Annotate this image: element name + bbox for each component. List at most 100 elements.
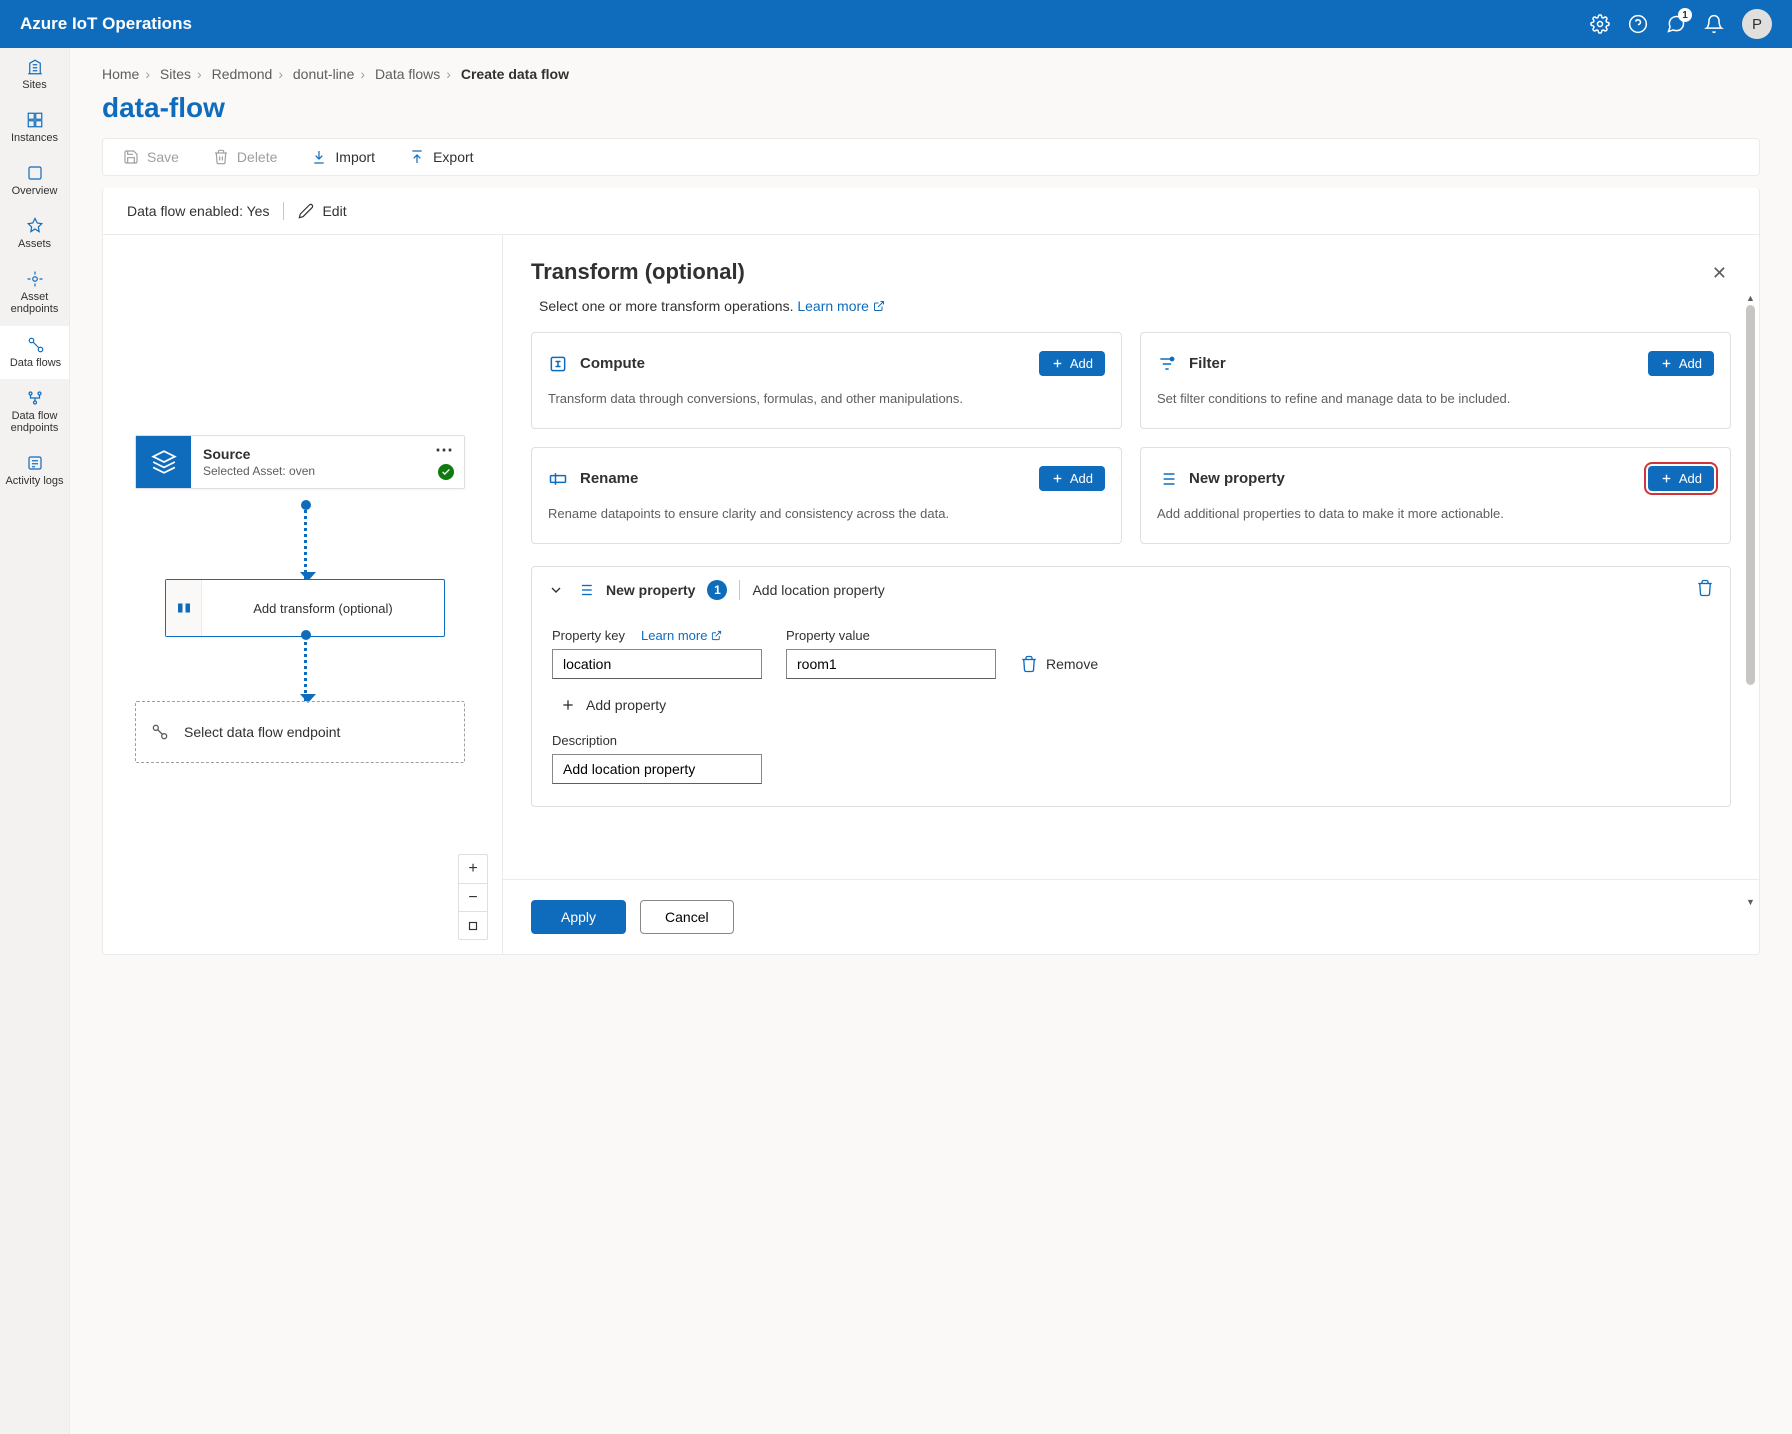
flow-canvas[interactable]: ⋯ Source Selected Asset: oven Add transf… [103, 235, 503, 954]
save-button: Save [123, 149, 179, 165]
chevron-down-icon[interactable] [548, 582, 564, 598]
connector [304, 635, 307, 701]
check-icon [438, 464, 454, 480]
help-icon[interactable] [1628, 14, 1648, 34]
add-property-button[interactable]: Add property [560, 697, 1710, 713]
property-value-input[interactable] [786, 649, 996, 679]
source-title: Source [203, 446, 452, 462]
more-icon[interactable]: ⋯ [435, 440, 454, 461]
fit-button[interactable] [459, 911, 487, 939]
avatar[interactable]: P [1742, 9, 1772, 39]
toolbar: Save Delete Import Export [102, 138, 1760, 176]
transform-icon [166, 580, 202, 636]
filter-desc: Set filter conditions to refine and mana… [1157, 390, 1714, 408]
source-node[interactable]: ⋯ Source Selected Asset: oven [135, 435, 465, 489]
apply-button[interactable]: Apply [531, 900, 626, 934]
close-icon[interactable]: ✕ [1708, 259, 1731, 288]
new-property-section: New property 1 Add location property Pro… [531, 566, 1731, 807]
left-nav: Sites Instances Overview Assets Asset en… [0, 48, 70, 1434]
add-compute-button[interactable]: Add [1039, 351, 1105, 376]
compute-card: Compute Add Transform data through conve… [531, 332, 1122, 429]
scroll-up-icon[interactable]: ▲ [1746, 293, 1755, 302]
section-subtitle: Add location property [752, 582, 884, 598]
add-new-property-button[interactable]: Add [1648, 466, 1714, 491]
source-subtitle: Selected Asset: oven [203, 464, 452, 478]
export-label: Export [433, 149, 473, 165]
new-property-card: New property Add Add additional properti… [1140, 447, 1731, 544]
compute-icon [548, 354, 568, 374]
newprop-desc: Add additional properties to data to mak… [1157, 505, 1714, 523]
transform-label: Add transform (optional) [202, 583, 444, 634]
bell-icon[interactable] [1704, 14, 1724, 34]
import-button[interactable]: Import [311, 149, 375, 165]
connector [304, 505, 307, 579]
nav-overview[interactable]: Overview [0, 154, 69, 207]
add-label: Add [1679, 356, 1702, 371]
crumb-donut[interactable]: donut-line [293, 66, 355, 82]
scroll-thumb[interactable] [1746, 305, 1755, 685]
transform-node[interactable]: Add transform (optional) [165, 579, 445, 637]
nav-dataflow-endpoints[interactable]: Data flow endpoints [0, 379, 69, 444]
nav-instances[interactable]: Instances [0, 101, 69, 154]
export-button[interactable]: Export [409, 149, 473, 165]
zoom-controls: + − [458, 854, 488, 940]
rename-icon [548, 469, 568, 489]
section-title: New property [606, 582, 695, 598]
property-value-label: Property value [786, 628, 996, 643]
edit-button[interactable]: Edit [298, 203, 346, 219]
add-label: Add [1070, 471, 1093, 486]
settings-icon[interactable] [1590, 14, 1610, 34]
cancel-button[interactable]: Cancel [640, 900, 734, 934]
divider [283, 202, 284, 220]
crumb-redmond[interactable]: Redmond [212, 66, 273, 82]
nav-label: Assets [18, 238, 51, 250]
learn-more-link[interactable]: Learn more [797, 298, 884, 314]
add-rename-button[interactable]: Add [1039, 466, 1105, 491]
transform-panel: Transform (optional) ✕ Select one or mor… [503, 235, 1759, 954]
nav-activity-logs[interactable]: Activity logs [0, 444, 69, 497]
page-title: data-flow [102, 92, 1760, 124]
rename-desc: Rename datapoints to ensure clarity and … [548, 505, 1105, 523]
list-icon [1157, 469, 1177, 489]
panel-subtitle: Select one or more transform operations. [539, 298, 793, 314]
add-filter-button[interactable]: Add [1648, 351, 1714, 376]
nav-sites[interactable]: Sites [0, 48, 69, 101]
count-badge: 1 [707, 580, 727, 600]
add-label: Add [1070, 356, 1093, 371]
nav-label: Sites [22, 79, 46, 91]
nav-label: Instances [11, 132, 58, 144]
nav-asset-endpoints[interactable]: Asset endpoints [0, 260, 69, 325]
learn-more-key-link[interactable]: Learn more [641, 628, 722, 643]
remove-property-button[interactable]: Remove [1020, 655, 1098, 679]
crumb-dataflows[interactable]: Data flows [375, 66, 440, 82]
nav-assets[interactable]: Assets [0, 207, 69, 260]
remove-label: Remove [1046, 656, 1098, 672]
crumb-home[interactable]: Home [102, 66, 139, 82]
filter-card: Filter Add Set filter conditions to refi… [1140, 332, 1731, 429]
delete-section-button[interactable] [1696, 579, 1714, 600]
endpoint-label: Select data flow endpoint [184, 724, 340, 740]
property-key-input[interactable] [552, 649, 762, 679]
endpoint-icon [150, 722, 170, 742]
zoom-out-button[interactable]: − [459, 883, 487, 911]
import-label: Import [335, 149, 375, 165]
nav-label: Data flows [10, 357, 61, 369]
save-label: Save [147, 149, 179, 165]
endpoint-node[interactable]: Select data flow endpoint [135, 701, 465, 763]
rename-card: Rename Add Rename datapoints to ensure c… [531, 447, 1122, 544]
add-label: Add [1679, 471, 1702, 486]
dataflow-enabled-status: Data flow enabled: Yes [127, 203, 269, 219]
rename-title: Rename [580, 470, 638, 487]
crumb-current: Create data flow [461, 66, 569, 82]
divider [739, 580, 740, 600]
crumb-sites[interactable]: Sites [160, 66, 191, 82]
description-input[interactable] [552, 754, 762, 784]
topbar-actions: 1 P [1590, 9, 1772, 39]
scroll-down-icon[interactable]: ▼ [1746, 897, 1755, 906]
nav-data-flows[interactable]: Data flows [0, 326, 69, 379]
list-icon [576, 581, 594, 599]
zoom-in-button[interactable]: + [459, 855, 487, 883]
feedback-icon[interactable]: 1 [1666, 14, 1686, 34]
nav-label: Activity logs [5, 475, 63, 487]
scrollbar[interactable]: ▲ ▼ [1746, 305, 1755, 894]
